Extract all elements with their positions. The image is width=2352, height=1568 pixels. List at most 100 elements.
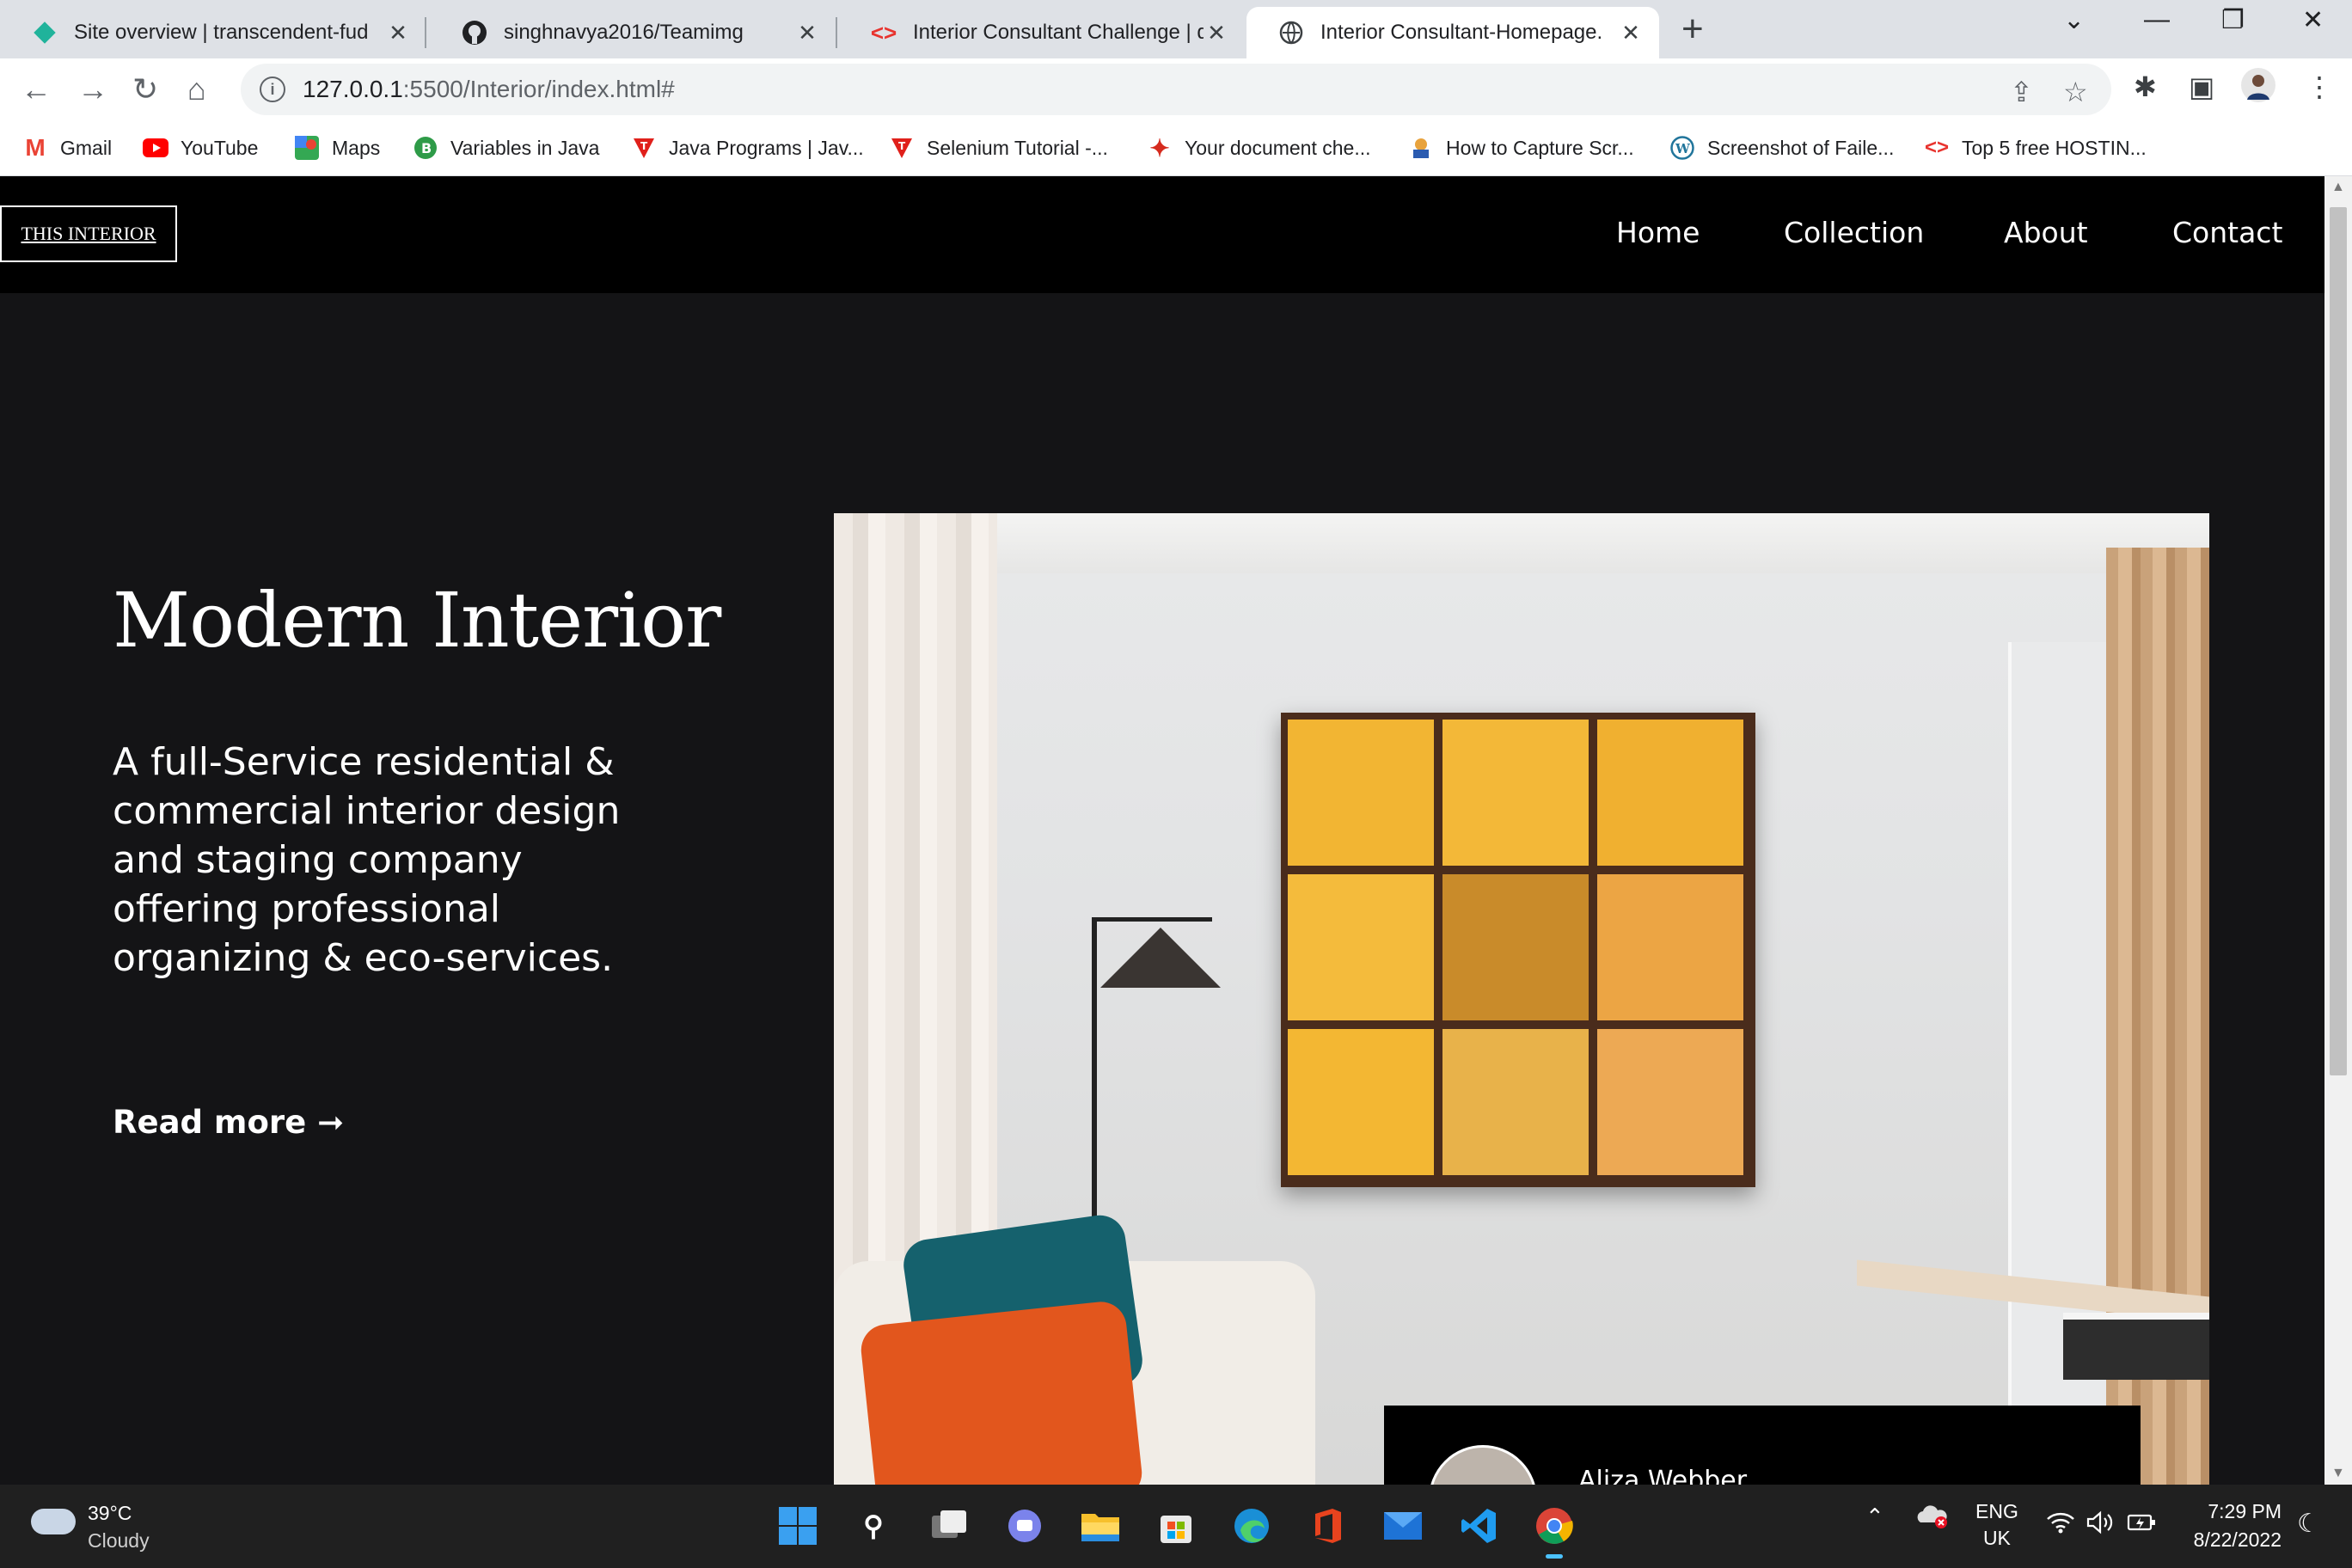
svg-text:B: B — [421, 140, 432, 156]
tab-divider — [425, 17, 426, 48]
weather-condition[interactable]: Cloudy — [88, 1529, 150, 1553]
bookmark-capture-screenshot[interactable]: How to Capture Scr... — [1408, 131, 1634, 165]
menu-kebab-icon[interactable]: ⋮ — [2306, 70, 2333, 103]
site-header: THIS INTERIOR Home Collection About Cont… — [0, 176, 2324, 293]
close-tab-icon[interactable]: ✕ — [1618, 20, 1644, 46]
tab-title: Interior Consultant-Homepage. — [1320, 21, 1603, 44]
art-panel — [1288, 874, 1434, 1020]
battery-icon[interactable] — [2127, 1510, 2158, 1540]
wordpress-icon: W — [1669, 135, 1695, 161]
bookmark-document-check[interactable]: ✦ Your document che... — [1147, 131, 1371, 165]
clock[interactable]: 7:29 PM 8/22/2022 — [2180, 1500, 2282, 1552]
lamp-shade — [1100, 928, 1221, 988]
tab-divider — [836, 17, 837, 48]
teams-chat-icon[interactable] — [1002, 1504, 1047, 1548]
chrome-icon[interactable] — [1532, 1504, 1577, 1559]
bookmark-hosting[interactable]: <> Top 5 free HOSTIN... — [1924, 131, 2147, 165]
cloud-icon[interactable] — [31, 1509, 76, 1534]
show-hidden-icons-chevron-icon[interactable]: ⌃ — [1865, 1504, 1884, 1530]
start-icon[interactable] — [775, 1504, 820, 1548]
testimonial-name: Aliza Webber — [1578, 1466, 1748, 1485]
microsoft-store-icon[interactable] — [1154, 1504, 1198, 1548]
bookmark-screenshot-failed[interactable]: W Screenshot of Faile... — [1669, 131, 1894, 165]
search-icon[interactable]: ⚲ — [851, 1504, 896, 1548]
volume-icon[interactable] — [2086, 1510, 2115, 1540]
back-icon[interactable]: ← — [21, 69, 52, 110]
web-page: THIS INTERIOR Home Collection About Cont… — [0, 176, 2324, 1485]
read-more-link[interactable]: Read more ➞ — [113, 1104, 344, 1141]
maps-icon — [294, 135, 320, 161]
close-window-button[interactable]: ✕ — [2302, 5, 2324, 35]
language-indicator[interactable]: ENG UK — [1975, 1500, 2018, 1550]
task-view-icon[interactable] — [927, 1504, 971, 1548]
gmail-icon: M — [25, 134, 46, 161]
tab-title: singhnavya2016/Teamimg — [504, 21, 744, 44]
side-panel-icon[interactable]: ▣ — [2189, 70, 2214, 103]
home-icon[interactable]: ⌂ — [187, 69, 206, 110]
tab-github[interactable]: singhnavya2016/Teamimg ✕ — [430, 7, 836, 58]
bookmark-selenium[interactable]: T Selenium Tutorial -... — [889, 131, 1108, 165]
share-icon[interactable]: ⇪ — [2010, 76, 2033, 108]
close-tab-icon[interactable]: ✕ — [385, 20, 411, 46]
bookmark-variables-java[interactable]: B Variables in Java — [413, 131, 599, 165]
nav-collection[interactable]: Collection — [1784, 216, 1924, 249]
weather-temperature[interactable]: 39°C — [88, 1502, 132, 1525]
bookmark-java-programs[interactable]: T Java Programs | Jav... — [631, 131, 864, 165]
nav-contact[interactable]: Contact — [2172, 216, 2282, 249]
edge-icon[interactable] — [1229, 1504, 1274, 1548]
tab-title: Site overview | transcendent-fud — [74, 21, 369, 44]
scroll-down-arrow-icon[interactable]: ▼ — [2331, 1466, 2345, 1481]
bookmark-label: Top 5 free HOSTIN... — [1962, 136, 2147, 159]
close-tab-icon[interactable]: ✕ — [1204, 20, 1229, 46]
minimize-button[interactable]: — — [2144, 5, 2170, 34]
office-icon[interactable] — [1305, 1504, 1350, 1548]
art-panel — [1597, 1029, 1743, 1175]
books — [2063, 1313, 2209, 1380]
reload-icon[interactable]: ↻ — [132, 69, 158, 110]
onedrive-error-icon[interactable] — [1915, 1504, 1950, 1534]
maple-leaf-icon: ✦ — [1149, 134, 1170, 162]
nav-about[interactable]: About — [2004, 216, 2088, 249]
scrollbar-thumb[interactable] — [2330, 207, 2347, 1075]
forward-icon[interactable]: → — [77, 69, 108, 110]
bookmark-icon: <> — [1924, 136, 1950, 159]
close-tab-icon[interactable]: ✕ — [794, 20, 820, 46]
clock-time: 7:29 PM — [2208, 1500, 2282, 1522]
wifi-icon[interactable] — [2046, 1510, 2075, 1540]
bookmark-maps[interactable]: Maps — [294, 131, 380, 165]
windows-taskbar: 39°C Cloudy ⚲ ⌃ ENG UK 7:29 PM 8/22/2022… — [0, 1485, 2352, 1568]
nav-home[interactable]: Home — [1616, 216, 1700, 249]
bookmark-star-icon[interactable]: ☆ — [2063, 76, 2088, 108]
page-scrollbar[interactable]: ▲ ▼ — [2324, 176, 2352, 1485]
hero-room-image — [834, 513, 2209, 1485]
bookmark-label: Maps — [332, 136, 381, 159]
vscode-icon[interactable] — [1456, 1504, 1501, 1548]
art-panel — [1442, 720, 1589, 866]
svg-text:T: T — [640, 140, 648, 152]
tab-interior-challenge[interactable]: <> Interior Consultant Challenge | de ✕ — [839, 7, 1245, 58]
bookmark-gmail[interactable]: M Gmail — [22, 131, 112, 165]
url-host: 127.0.0.1 — [303, 76, 403, 102]
tab-site-overview[interactable]: Site overview | transcendent-fud ✕ — [0, 7, 426, 58]
file-explorer-icon[interactable] — [1078, 1504, 1123, 1548]
region-code: UK — [1982, 1527, 2011, 1549]
bookmark-label: Your document che... — [1185, 136, 1371, 159]
site-info-icon[interactable]: i — [260, 77, 285, 102]
site-logo[interactable]: THIS INTERIOR — [0, 205, 177, 262]
extensions-icon[interactable]: ✱ — [2134, 70, 2157, 103]
bookmark-youtube[interactable]: YouTube — [143, 131, 258, 165]
new-tab-button[interactable]: + — [1681, 9, 1704, 50]
tab-interior-homepage[interactable]: Interior Consultant-Homepage. ✕ — [1246, 7, 1659, 58]
browser-toolbar: ← → ↻ ⌂ i 127.0.0.1 :5500/Interior/index… — [0, 58, 2352, 120]
mail-icon[interactable] — [1381, 1504, 1425, 1548]
address-bar[interactable]: i 127.0.0.1 :5500/Interior/index.html# ⇪… — [241, 64, 2111, 115]
bookmark-label: Screenshot of Faile... — [1707, 136, 1895, 159]
tab-search-chevron-icon[interactable]: ⌄ — [2063, 5, 2085, 35]
wall-art-frame — [1281, 713, 1755, 1187]
profile-avatar[interactable] — [2240, 67, 2276, 110]
scroll-up-arrow-icon[interactable]: ▲ — [2331, 180, 2345, 195]
hero-title: Modern Interior — [113, 576, 721, 665]
github-icon — [461, 19, 488, 46]
notifications-moon-icon[interactable]: ☾ — [2297, 1509, 2320, 1539]
restore-button[interactable]: ❐ — [2221, 5, 2245, 35]
